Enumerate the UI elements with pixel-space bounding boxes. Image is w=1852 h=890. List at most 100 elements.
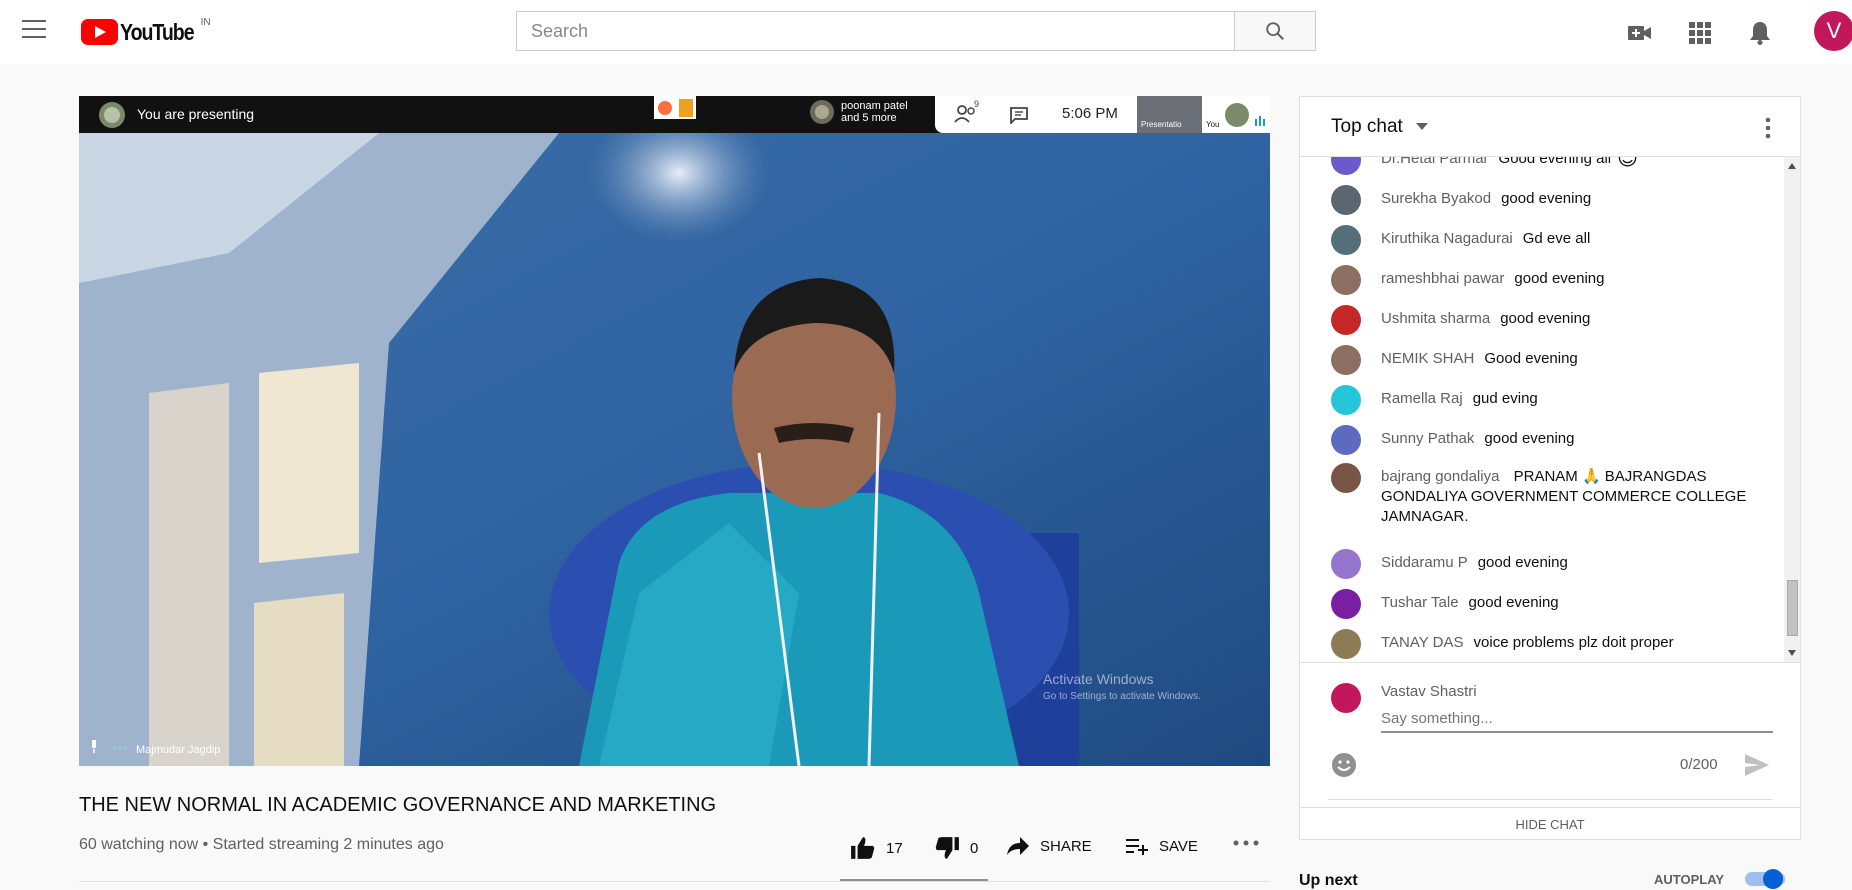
message-text: good evening	[1484, 430, 1575, 447]
chat-button[interactable]	[1009, 106, 1029, 129]
video-title: THE NEW NORMAL IN ACADEMIC GOVERNANCE AN…	[79, 794, 717, 816]
watermark-line1: Activate Windows	[1043, 671, 1154, 687]
message-text: good evening	[1477, 554, 1568, 571]
more-dots-icon	[113, 746, 127, 750]
like-button[interactable]: 17	[850, 836, 903, 860]
firefox-icon	[657, 100, 672, 115]
chat-icon	[1010, 107, 1028, 126]
author-name[interactable]: Ramella Raj	[1381, 389, 1463, 409]
chat-message: Siddaramu P good evening	[1331, 549, 1568, 579]
author-name[interactable]: Kiruthika Nagadurai	[1381, 229, 1513, 249]
autoplay-toggle[interactable]	[1745, 869, 1785, 889]
thumbs-up-icon	[851, 837, 875, 859]
author-name[interactable]: NEMIK SHAH	[1381, 349, 1474, 369]
country-code: IN	[200, 17, 211, 28]
video-camera-plus-icon	[1628, 26, 1651, 40]
logo-text: YouTube	[120, 19, 195, 45]
chat-message: Surekha Byakod good evening	[1331, 185, 1591, 215]
author-avatar[interactable]	[1331, 463, 1361, 493]
chat-message-input[interactable]	[1381, 705, 1773, 733]
video-player[interactable]: You are presenting poonam patel and 5 mo…	[79, 96, 1270, 766]
participants-summary[interactable]: poonam patel and 5 more	[809, 99, 908, 125]
author-name[interactable]: Tushar Tale	[1381, 593, 1459, 613]
author-name[interactable]: Dr.Hetal Parmar	[1381, 157, 1489, 169]
smile-emoji: 😊	[1617, 157, 1638, 170]
chat-scrollbar[interactable]	[1784, 157, 1800, 662]
youtube-play-icon	[81, 19, 118, 45]
chat-message: Dr.Hetal Parmar Good evening all 😊	[1331, 157, 1638, 175]
scroll-thumb[interactable]	[1787, 580, 1798, 636]
self-avatar	[1225, 103, 1249, 127]
chat-message: Ushmita sharma good evening	[1331, 305, 1591, 335]
author-avatar[interactable]	[1331, 629, 1361, 659]
author-avatar[interactable]	[1331, 385, 1361, 415]
video-meta: 60 watching now • Started streaming 2 mi…	[79, 836, 444, 853]
send-icon[interactable]	[1744, 753, 1770, 777]
up-next-heading: Up next	[1299, 872, 1358, 889]
chat-message: rameshbhai pawar good evening	[1331, 265, 1605, 295]
autoplay-label: AUTOPLAY	[1654, 872, 1725, 887]
author-name[interactable]: Sunny Pathak	[1381, 429, 1474, 449]
mic-off-icon	[92, 740, 96, 753]
speaker-name: Majmudar Jagdip	[136, 744, 221, 756]
search-button[interactable]	[1234, 11, 1316, 51]
menu-icon[interactable]	[22, 20, 46, 40]
search-box	[516, 11, 1235, 51]
create-video-button[interactable]	[1625, 18, 1655, 48]
search-input[interactable]	[517, 12, 1234, 50]
youtube-logo[interactable]: YouTube IN	[81, 17, 211, 45]
audio-level-icon	[1255, 116, 1265, 126]
save-button[interactable]: SAVE	[1125, 836, 1198, 856]
chat-message-list: Dr.Hetal Parmar Good evening all 😊 Surek…	[1300, 157, 1784, 662]
chat-mode-label: Top chat	[1331, 116, 1403, 137]
masthead: YouTube IN V	[0, 0, 1852, 64]
more-vertical-icon[interactable]	[1765, 117, 1771, 139]
meet-toolbar: You are presenting poonam patel and 5 mo…	[79, 96, 1270, 133]
presentation-thumbnail[interactable]: Presentatio	[1137, 96, 1202, 133]
watermark-line2: Go to Settings to activate Windows.	[1043, 691, 1201, 702]
author-avatar[interactable]	[1331, 345, 1361, 375]
author-avatar[interactable]	[1331, 549, 1361, 579]
message-text: good evening	[1500, 310, 1591, 327]
chat-mode-selector[interactable]: Top chat	[1331, 116, 1429, 138]
thumbs-down-icon	[935, 837, 959, 859]
people-button[interactable]: 9	[954, 99, 979, 128]
apps-button[interactable]	[1685, 18, 1715, 48]
author-avatar[interactable]	[1331, 425, 1361, 455]
message-text: good evening	[1514, 270, 1605, 287]
presenter-avatar	[99, 102, 125, 128]
caret-down-icon	[1416, 122, 1429, 130]
scroll-up-arrow-icon[interactable]	[1788, 163, 1796, 169]
more-horizontal-icon	[1233, 840, 1259, 846]
divider	[79, 881, 1270, 882]
bell-icon	[1750, 22, 1770, 45]
more-actions-button[interactable]	[1233, 840, 1259, 846]
author-avatar[interactable]	[1331, 265, 1361, 295]
author-avatar[interactable]	[1331, 185, 1361, 215]
author-name[interactable]: Surekha Byakod	[1381, 189, 1491, 209]
composer-author: Vastav Shastri	[1381, 683, 1477, 700]
notifications-button[interactable]	[1745, 18, 1775, 48]
author-avatar[interactable]	[1331, 305, 1361, 335]
author-avatar[interactable]	[1331, 589, 1361, 619]
dislike-button[interactable]: 0	[934, 836, 978, 860]
author-name[interactable]: TANAY DAS	[1381, 633, 1464, 653]
live-chat-panel: Top chat Dr.Hetal Parmar Good evening al…	[1299, 96, 1801, 840]
share-button[interactable]: SHARE	[1006, 836, 1092, 856]
dislike-count: 0	[970, 839, 979, 857]
emoji-picker-icon[interactable]	[1331, 752, 1357, 778]
user-avatar[interactable]: V	[1814, 11, 1852, 51]
author-name[interactable]: bajrang gondaliya	[1381, 468, 1499, 485]
hide-chat-button[interactable]: HIDE CHAT	[1300, 807, 1800, 841]
playlist-add-icon	[1126, 839, 1148, 855]
author-avatar[interactable]	[1331, 157, 1361, 175]
author-name[interactable]: rameshbhai pawar	[1381, 269, 1504, 289]
chat-header: Top chat	[1300, 97, 1800, 157]
chat-composer: Vastav Shastri 0/200	[1300, 662, 1800, 807]
chat-message: Kiruthika Nagadurai Gd eve all	[1331, 225, 1590, 255]
share-arrow-icon	[1007, 837, 1029, 855]
author-name[interactable]: Siddaramu P	[1381, 553, 1468, 573]
author-name[interactable]: Ushmita sharma	[1381, 309, 1490, 329]
scroll-down-arrow-icon[interactable]	[1788, 650, 1796, 656]
author-avatar[interactable]	[1331, 225, 1361, 255]
